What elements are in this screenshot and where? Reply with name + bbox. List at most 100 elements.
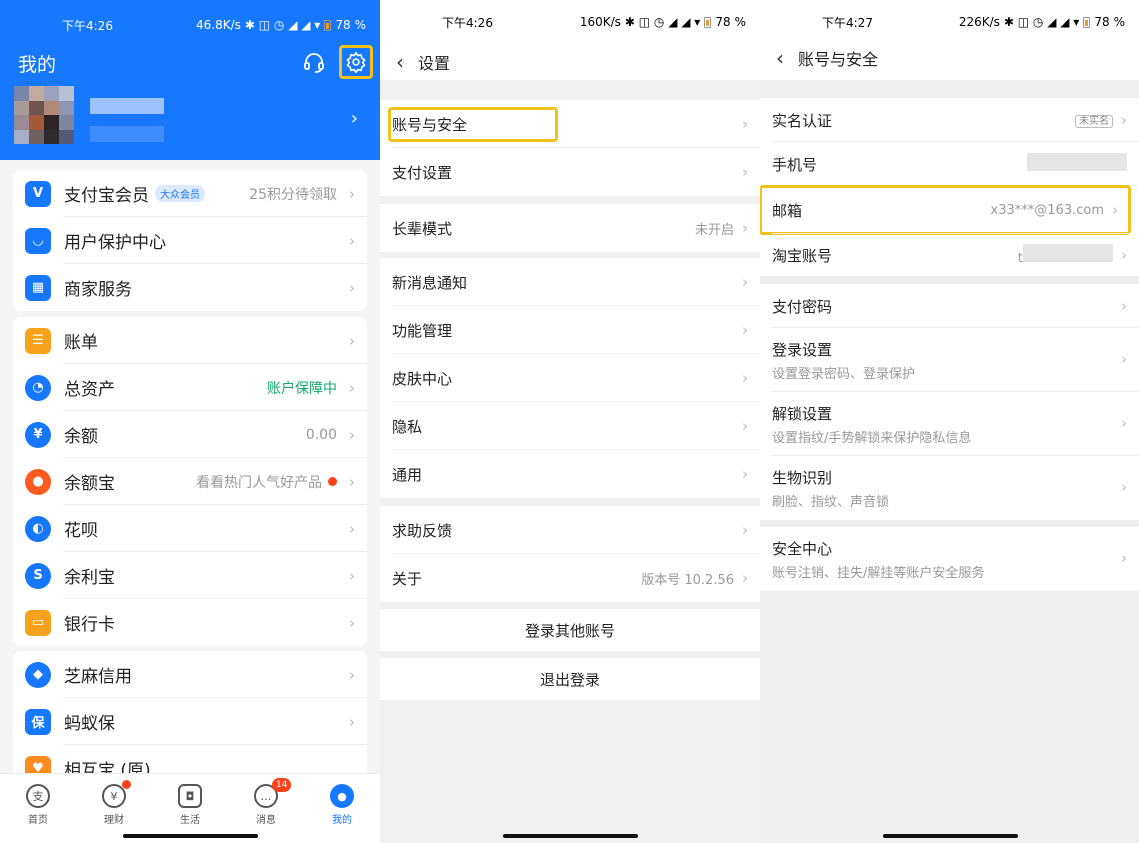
login-other-button[interactable]: 登录其他账号 — [380, 609, 760, 651]
status-bar: 下午4:26 160K/s ✱ ◫ ◷ ◢ ◢ ▾ 78 % — [380, 0, 760, 44]
logout-group: 退出登录 — [380, 658, 760, 700]
list-item-huabei[interactable]: ◐ 花呗 › — [13, 505, 367, 552]
list-item-protection[interactable]: ◡ 用户保护中心 › — [13, 217, 367, 264]
list-item-merchant[interactable]: ▦ 商家服务 › — [13, 264, 367, 311]
settings-item-features[interactable]: 功能管理 › — [380, 306, 760, 354]
card-services: V 支付宝会员 大众会员 25积分待领取 › ◡ 用户保护中心 › ▦ 商家服务 … — [13, 170, 367, 311]
item-label: 支付设置 — [392, 163, 453, 182]
settings-item-about[interactable]: 关于 版本号 10.2.56 › — [380, 554, 760, 602]
list-item-member[interactable]: V 支付宝会员 大众会员 25积分待领取 › — [13, 170, 367, 217]
list-item-yulibao[interactable]: S 余利宝 › — [13, 552, 367, 599]
balance-value: 0.00 — [305, 426, 337, 443]
user-icon: ● — [330, 784, 354, 808]
item-biometrics[interactable]: 生物识别 刷脸、指纹、声音锁 › — [760, 456, 1139, 520]
item-label: 支付密码 — [772, 297, 833, 316]
gear-icon[interactable] — [339, 45, 373, 79]
yuan-icon: ¥ — [25, 421, 51, 448]
yulibao-icon: S — [25, 562, 51, 589]
status-time: 下午4:26 — [62, 18, 113, 33]
item-label: 账单 — [64, 333, 98, 353]
tab-mine[interactable]: ● 我的 — [304, 774, 380, 843]
tab-home[interactable]: 支 首页 — [0, 774, 76, 843]
tab-bar: 支 首页 ¥ 理财 ◘ 生活 14 … 消息 ● 我的 — [0, 773, 380, 843]
item-label: 长辈模式 — [392, 219, 453, 238]
pie-icon: ◔ — [25, 374, 51, 401]
item-title: 解锁设置 — [772, 404, 833, 423]
back-arrow-icon[interactable]: ‹ — [776, 46, 784, 70]
item-label: 关于 — [392, 569, 423, 588]
list-item-bill[interactable]: ☰ 账单 › — [13, 317, 367, 364]
item-right: › — [343, 279, 355, 297]
item-right: › — [343, 666, 355, 684]
chevron-right-icon: › — [349, 665, 355, 684]
chevron-right-icon: › — [349, 331, 355, 350]
card-assets: ☰ 账单 › ◔ 总资产 账户保障中 › ¥ 余额 0.00 › ● 余额宝 看看热… — [13, 317, 367, 646]
list-item-yuebao[interactable]: ● 余额宝 看看热门人气好产品 › — [13, 458, 367, 505]
mine-header: 下午4:26 46.8K/s ✱ ◫ ◷ ◢ ◢ ▾ 78 % 我的 › — [0, 0, 380, 160]
chevron-right-icon: › — [742, 369, 748, 387]
yuebao-icon: ● — [25, 468, 51, 495]
chevron-right-icon[interactable]: › — [351, 108, 358, 129]
tab-messages[interactable]: 14 … 消息 — [228, 774, 304, 843]
item-safety-center[interactable]: 安全中心 账号注销、挂失/解挂等账户安全服务 › — [760, 527, 1139, 591]
item-paypwd[interactable]: 支付密码 › — [760, 284, 1139, 328]
settings-item-privacy[interactable]: 隐私 › — [380, 402, 760, 450]
chevron-right-icon: › — [349, 278, 355, 297]
list-item-balance[interactable]: ¥ 余额 0.00 › — [13, 411, 367, 458]
item-subtitle: 设置登录密码、登录保护 — [772, 366, 916, 382]
page-title: 账号与安全 — [798, 50, 879, 69]
settings-item-payment[interactable]: 支付设置 › — [380, 148, 760, 196]
home-indicator — [123, 834, 258, 838]
list-item-antbao[interactable]: 保 蚂蚁保 › — [13, 698, 367, 745]
item-right: › — [343, 713, 355, 731]
tab-wealth[interactable]: ¥ 理财 — [76, 774, 152, 843]
huabei-icon: ◐ — [25, 515, 51, 542]
settings-item-notifications[interactable]: 新消息通知 › — [380, 258, 760, 306]
promo-text: 看看热门人气好产品 — [196, 474, 322, 491]
item-realname[interactable]: 实名认证 未实名 › — [760, 98, 1139, 142]
item-right: › — [343, 520, 355, 538]
back-arrow-icon[interactable]: ‹ — [396, 50, 404, 74]
battery-icon — [1083, 16, 1091, 28]
home-indicator — [503, 834, 638, 838]
settings-item-elder-mode[interactable]: 长辈模式 未开启 › — [380, 204, 760, 252]
home-indicator — [882, 834, 1018, 838]
tab-label: 生活 — [180, 815, 200, 826]
item-login-settings[interactable]: 登录设置 设置登录密码、登录保护 › — [760, 328, 1139, 392]
settings-item-feedback[interactable]: 求助反馈 › — [380, 506, 760, 554]
panel-settings: 下午4:26 160K/s ✱ ◫ ◷ ◢ ◢ ▾ 78 % ‹ 设置 账号与安… — [380, 0, 760, 843]
status-bar: 下午4:26 46.8K/s ✱ ◫ ◷ ◢ ◢ ▾ 78 % — [0, 0, 380, 50]
settings-item-general[interactable]: 通用 › — [380, 450, 760, 498]
tab-label: 理财 — [104, 815, 124, 826]
account-group-2: 支付密码 › 登录设置 设置登录密码、登录保护 › 解锁设置 设置指纹/手势解锁… — [760, 284, 1139, 520]
list-item-total-assets[interactable]: ◔ 总资产 账户保障中 › — [13, 364, 367, 411]
tab-life[interactable]: ◘ 生活 — [152, 774, 228, 843]
chevron-right-icon: › — [1121, 297, 1127, 315]
item-email[interactable]: 邮箱 x33***@163.com › — [760, 185, 1131, 235]
item-right: › — [343, 232, 355, 250]
settings-item-skins[interactable]: 皮肤中心 › — [380, 354, 760, 402]
chevron-right-icon: › — [1112, 201, 1118, 219]
card-icon: ▭ — [25, 609, 51, 636]
list-item-sesame[interactable]: ◆ 芝麻信用 › — [13, 651, 367, 698]
userid-blurred — [90, 126, 164, 142]
list-item-bankcard[interactable]: ▭ 银行卡 › — [13, 599, 367, 646]
logout-button[interactable]: 退出登录 — [380, 658, 760, 700]
bill-icon: ☰ — [25, 327, 51, 354]
item-unlock-settings[interactable]: 解锁设置 设置指纹/手势解锁来保护隐私信息 › — [760, 392, 1139, 456]
item-label: 商家服务 — [64, 280, 132, 300]
item-phone[interactable]: 手机号 — [760, 142, 1139, 186]
settings-item-account-security[interactable]: 账号与安全 › — [380, 100, 760, 148]
home-icon: 支 — [26, 784, 50, 808]
avatar[interactable] — [14, 86, 74, 144]
card-credit: ◆ 芝麻信用 › 保 蚂蚁保 › ♥ 相互宝 (原) — [13, 651, 367, 792]
settings-group-1: 账号与安全 › 支付设置 › — [380, 100, 760, 196]
item-label: 芝麻信用 — [64, 667, 132, 687]
tab-label: 我的 — [332, 815, 352, 826]
item-taobao[interactable]: 淘宝账号 t › — [760, 234, 1139, 276]
red-dot — [328, 477, 337, 486]
chevron-right-icon: › — [742, 115, 748, 133]
item-label: 皮肤中心 — [392, 369, 453, 388]
chevron-right-icon: › — [1121, 246, 1127, 264]
headset-icon[interactable] — [298, 46, 330, 78]
